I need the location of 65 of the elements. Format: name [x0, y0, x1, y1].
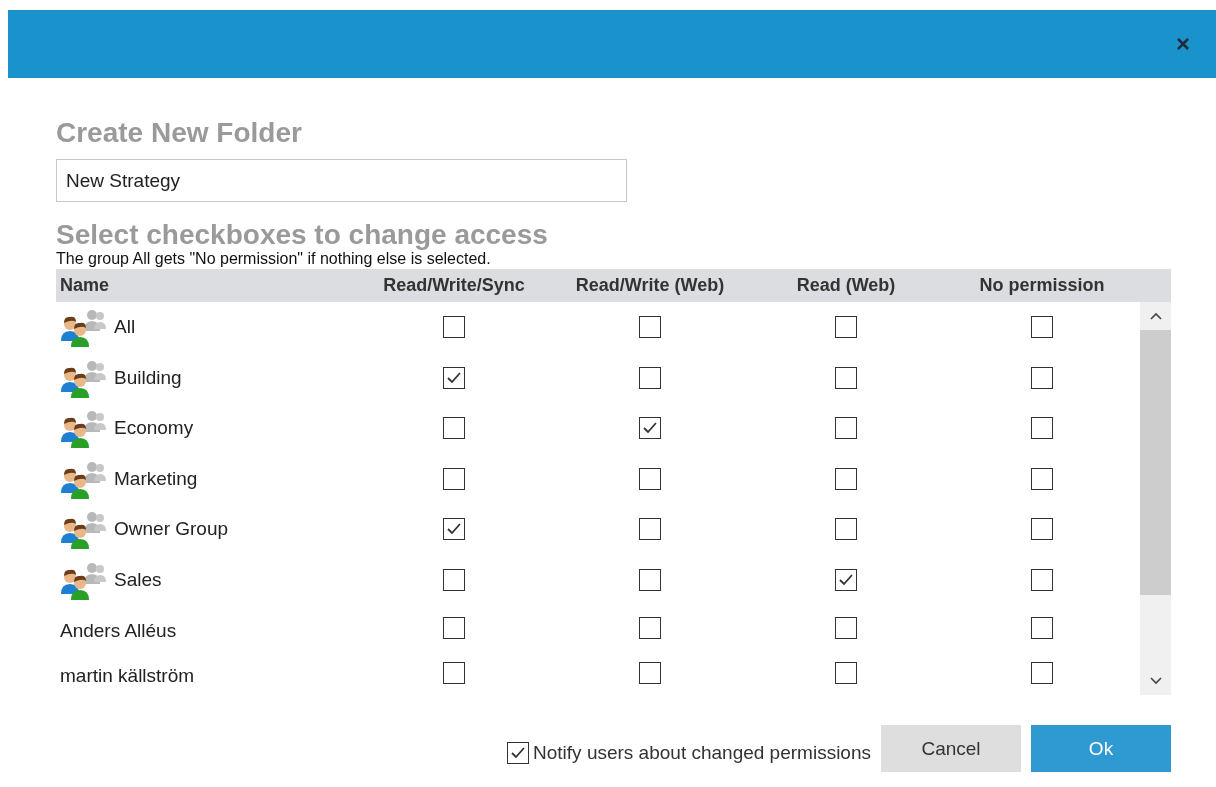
permission-checkbox[interactable] — [639, 616, 661, 639]
member-name: martin källström — [60, 663, 195, 687]
checkmark-icon — [446, 522, 462, 537]
column-header: Read/Write (Web) — [574, 275, 726, 296]
user-group-icon — [60, 408, 106, 449]
permission-checkbox[interactable] — [835, 568, 857, 591]
column-header: Read/Write/Sync — [382, 275, 526, 296]
cancel-button[interactable]: Cancel — [881, 725, 1021, 772]
permission-checkbox[interactable] — [835, 661, 857, 684]
permission-checkbox[interactable] — [639, 417, 661, 440]
checkmark-icon — [446, 370, 462, 385]
permission-checkbox[interactable] — [639, 661, 661, 684]
permission-checkbox[interactable] — [1031, 661, 1053, 684]
notify-checkbox[interactable] — [507, 742, 530, 764]
checkmark-icon — [642, 421, 658, 436]
member-name: Building — [114, 366, 182, 389]
help-text: The group All gets "No permission" if nothing else is selected. — [56, 250, 492, 268]
scroll-thumb[interactable] — [1140, 330, 1171, 595]
member-name: Economy — [114, 417, 194, 440]
permission-checkbox[interactable] — [835, 518, 857, 541]
dialog-title: Create New Folder — [56, 116, 303, 150]
column-header: Name — [59, 275, 111, 296]
permission-checkbox[interactable] — [1031, 366, 1053, 389]
permission-checkbox[interactable] — [835, 417, 857, 440]
permission-checkbox[interactable] — [1031, 316, 1053, 339]
column-header: Read (Web) — [795, 275, 897, 296]
member-name: Sales — [114, 568, 162, 591]
permission-checkbox[interactable] — [1031, 568, 1053, 591]
permission-checkbox[interactable] — [443, 518, 465, 541]
permission-checkbox[interactable] — [835, 316, 857, 339]
permission-checkbox[interactable] — [443, 616, 465, 639]
scroll-up-icon[interactable] — [1149, 312, 1162, 320]
column-header: No permission — [978, 275, 1106, 296]
checkmark-icon — [838, 572, 854, 587]
user-group-icon — [60, 509, 106, 550]
section-heading: Select checkboxes to change access — [56, 218, 549, 252]
scrollbar[interactable] — [1140, 302, 1171, 695]
permission-checkbox[interactable] — [639, 366, 661, 389]
notify-label: Notify users about changed permissions — [533, 742, 871, 764]
permission-checkbox[interactable] — [835, 616, 857, 639]
permission-checkbox[interactable] — [1031, 417, 1053, 440]
permission-checkbox[interactable] — [443, 661, 465, 684]
permission-checkbox[interactable] — [639, 568, 661, 591]
permission-checkbox[interactable] — [1031, 467, 1053, 490]
permission-checkbox[interactable] — [1031, 518, 1053, 541]
permission-checkbox[interactable] — [639, 467, 661, 490]
user-group-icon — [60, 307, 106, 348]
permission-checkbox[interactable] — [835, 467, 857, 490]
close-button[interactable]: × — [1172, 30, 1194, 58]
checkmark-icon — [510, 746, 527, 760]
permission-checkbox[interactable] — [443, 467, 465, 490]
permission-checkbox[interactable] — [443, 417, 465, 440]
member-name: Owner Group — [114, 518, 229, 541]
permission-checkbox[interactable] — [443, 316, 465, 339]
folder-name-field[interactable]: New Strategy — [56, 159, 627, 202]
permission-checkbox[interactable] — [835, 366, 857, 389]
scroll-down-icon[interactable] — [1149, 677, 1162, 685]
member-name: Marketing — [114, 467, 198, 490]
permission-checkbox[interactable] — [443, 568, 465, 591]
permission-checkbox[interactable] — [639, 518, 661, 541]
permission-checkbox[interactable] — [639, 316, 661, 339]
permission-checkbox[interactable] — [1031, 616, 1053, 639]
member-name: Anders Alléus — [60, 618, 177, 642]
member-name: All — [114, 316, 136, 339]
permission-checkbox[interactable] — [443, 366, 465, 389]
